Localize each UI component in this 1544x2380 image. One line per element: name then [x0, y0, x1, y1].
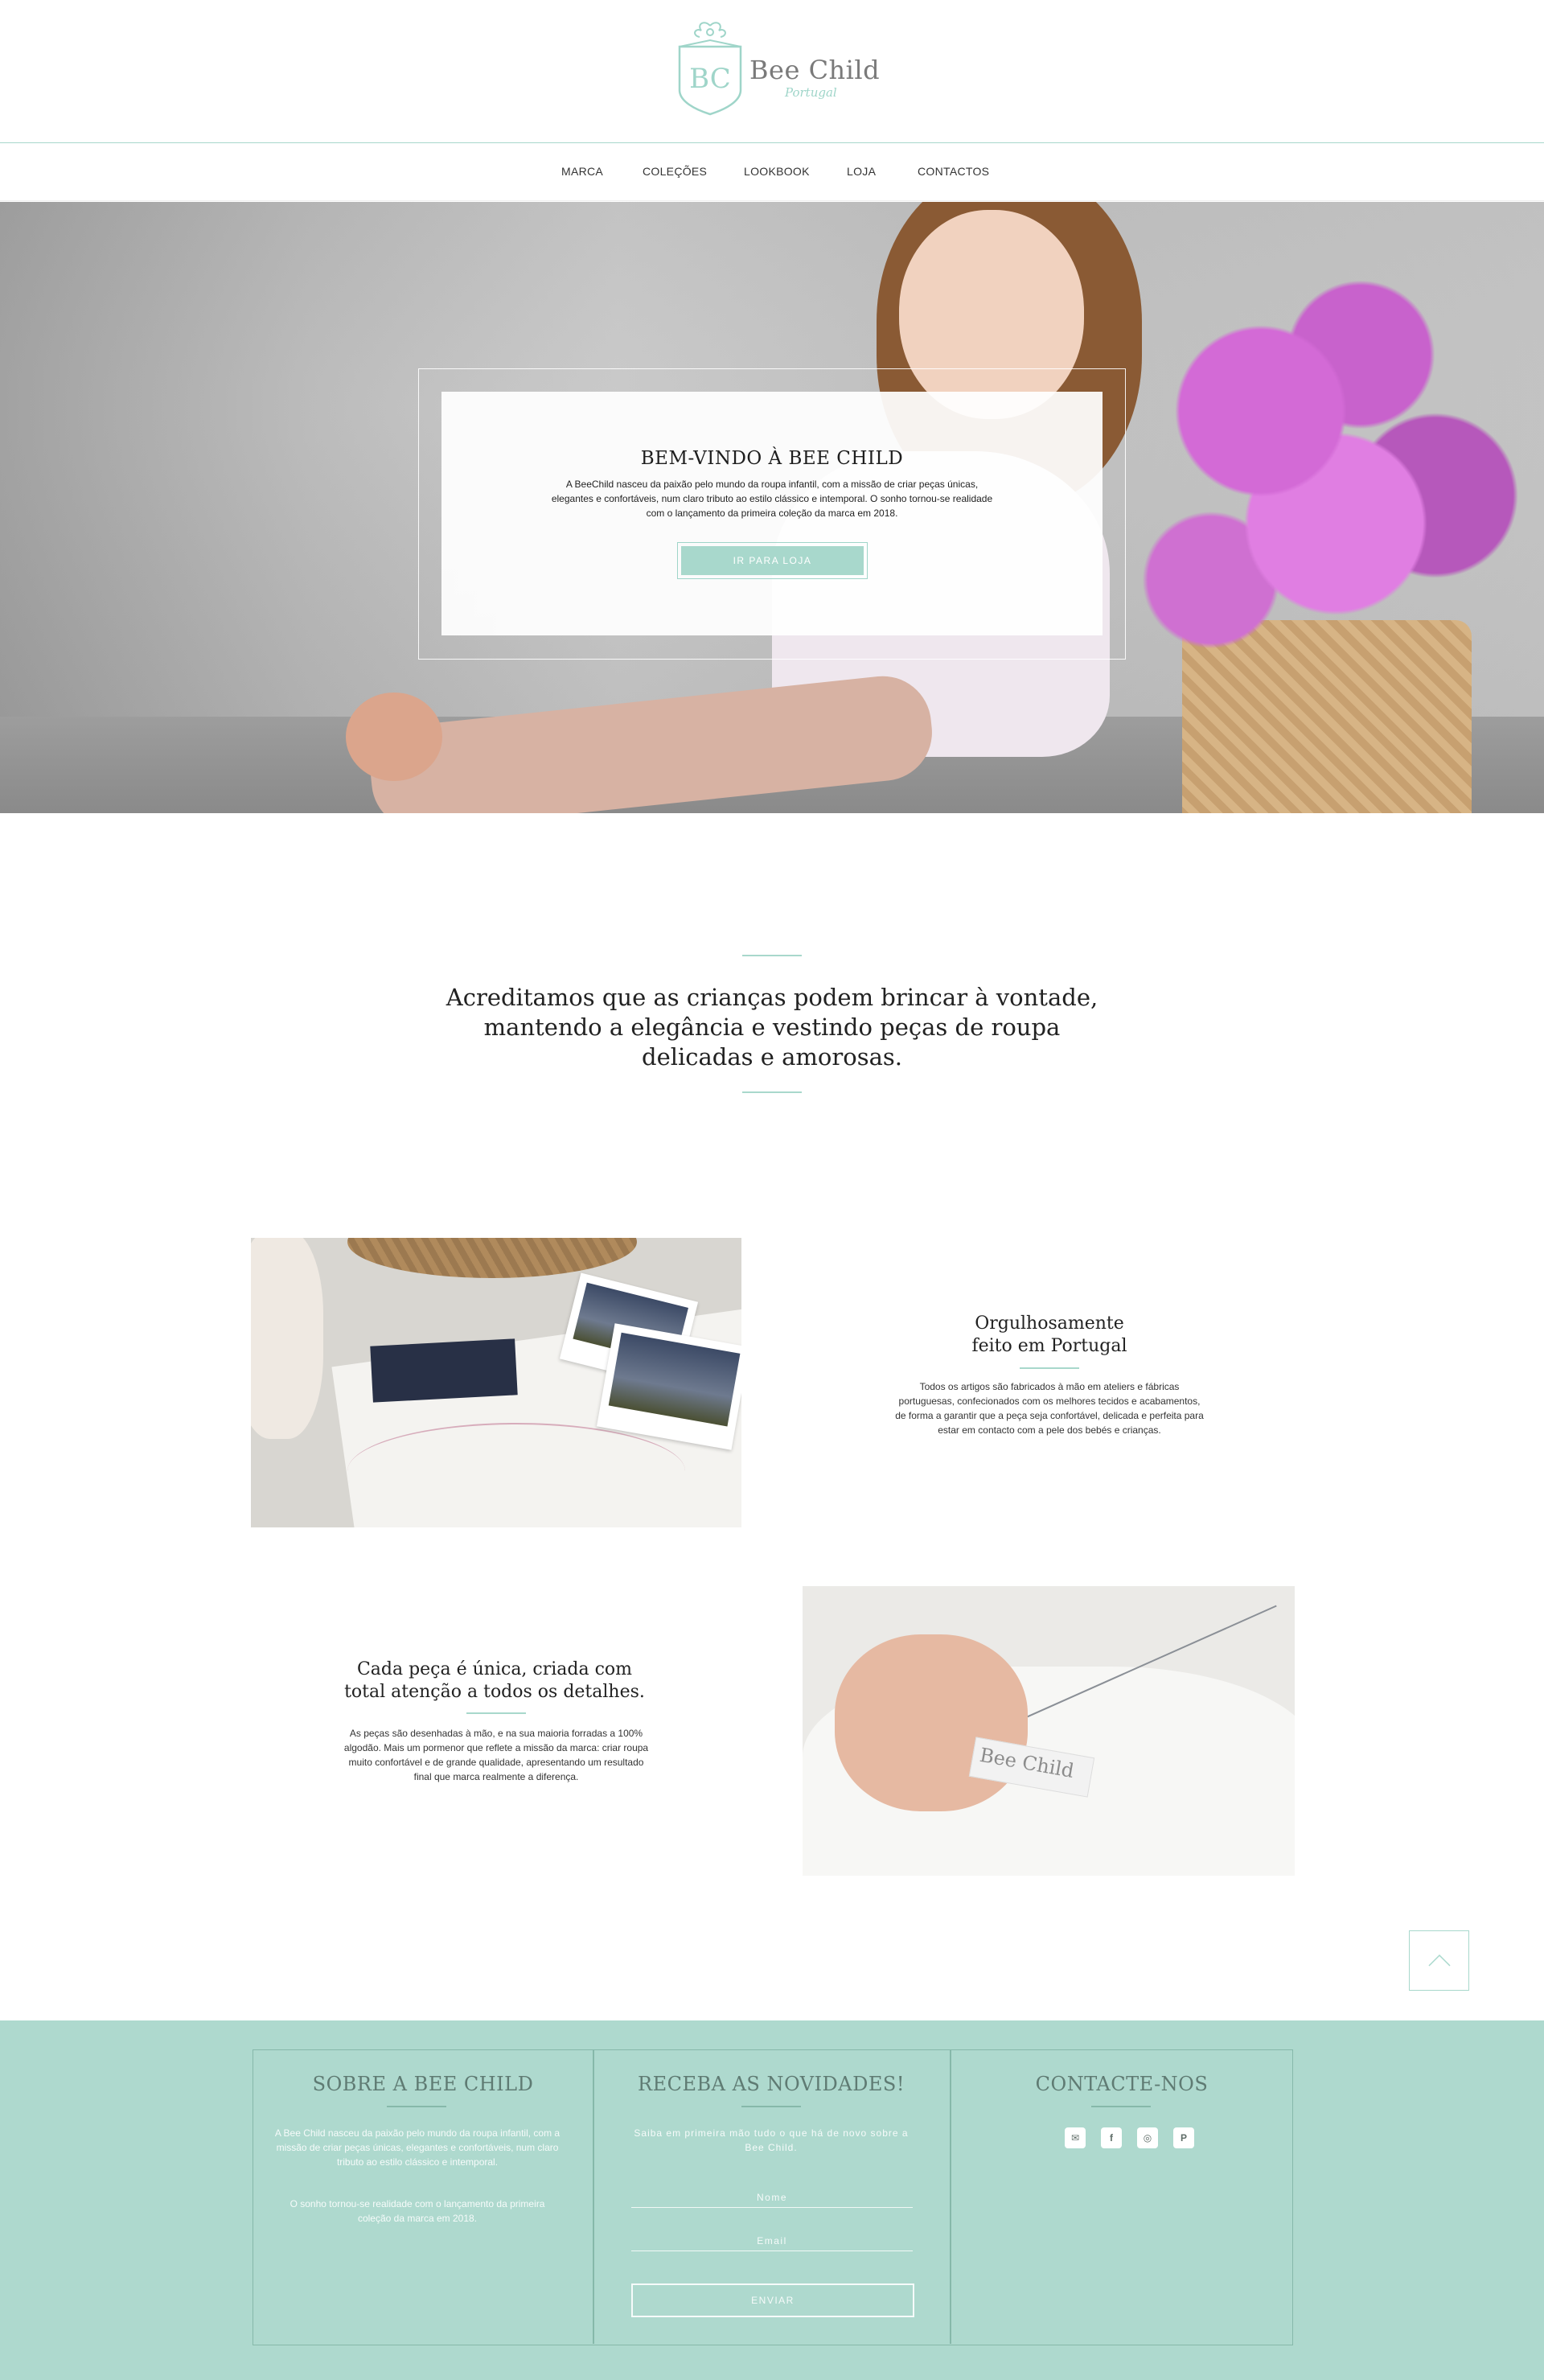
lace-fabric: [251, 1238, 323, 1439]
atelier-photo: [251, 1238, 741, 1527]
footer-newsletter-title: RECEBA AS NOVIDADES!: [638, 2073, 905, 2095]
footer-about-divider: [387, 2106, 446, 2107]
feature-1-title-line1: Orgulhosamente: [975, 1313, 1124, 1334]
feature-1-title: Orgulhosamente feito em Portugal: [877, 1313, 1222, 1358]
footer-about-title: SOBRE A BEE CHILD: [312, 2073, 534, 2095]
footer-contact-title: CONTACTE-NOS: [1035, 2073, 1209, 2095]
fabric-swatch: [370, 1338, 518, 1403]
submit-button[interactable]: ENVIAR: [631, 2283, 914, 2317]
name-field[interactable]: [631, 2187, 913, 2208]
hand: [835, 1634, 1028, 1811]
site-footer: SOBRE A BEE CHILD A Bee Child nasceu da …: [0, 2020, 1544, 2380]
hero-text: A BeeChild nasceu da paixão pelo mundo d…: [551, 479, 993, 519]
hero-banner: BEM-VINDO À BEE CHILD A BeeChild nasceu …: [0, 202, 1544, 813]
dress-sketch: [347, 1423, 685, 1519]
feature-2-text: As peças são desenhadas à mão, e na sua …: [343, 1728, 649, 1782]
footer-about-text: A Bee Child nasceu da paixão pelo mundo …: [274, 2127, 561, 2168]
email-field[interactable]: [631, 2230, 913, 2251]
feature-2-title: Cada peça é única, criada com total aten…: [326, 1659, 663, 1704]
nav-item-loja[interactable]: LOJA: [847, 165, 876, 178]
nav-item-colecoes[interactable]: COLEÇÕES: [643, 165, 707, 178]
feature-1-title-line2: feito em Portugal: [971, 1336, 1127, 1356]
main-nav: MARCA COLEÇÕES LOOKBOOK LOJA CONTACTOS: [0, 143, 1544, 201]
feature-2-title-line1: Cada peça é única, criada com: [356, 1659, 633, 1679]
nav-item-marca[interactable]: MARCA: [561, 165, 603, 178]
footer-about-text-2: O sonho tornou-se realidade com o lançam…: [290, 2198, 545, 2224]
logo-name: Bee Child: [749, 55, 881, 85]
back-to-top-button[interactable]: [1409, 1930, 1469, 1991]
mail-icon[interactable]: ✉: [1065, 2127, 1086, 2148]
instagram-icon[interactable]: ◎: [1137, 2127, 1158, 2148]
logo-monogram: BC: [689, 63, 731, 95]
hero-title: BEM-VINDO À BEE CHILD: [640, 448, 904, 469]
mission-divider-bottom: [742, 1091, 802, 1093]
go-to-shop-button[interactable]: IR PARA LOJA: [681, 546, 864, 575]
feature-1-divider: [1020, 1367, 1079, 1369]
chevron-up-icon: [1428, 1954, 1451, 1967]
feature-1-text: Todos os artigos são fabricados à mão em…: [895, 1381, 1204, 1436]
feature-2-divider: [466, 1712, 526, 1714]
footer-box: SOBRE A BEE CHILD A Bee Child nasceu da …: [253, 2049, 1293, 2345]
mission-statement: Acreditamos que as crianças podem brinca…: [446, 984, 1098, 1071]
pinterest-icon[interactable]: P: [1173, 2127, 1194, 2148]
hero-child-shoe: [346, 693, 442, 781]
nav-item-lookbook[interactable]: LOOKBOOK: [744, 165, 810, 178]
site-header: BC Bee Child Portugal: [0, 0, 1544, 143]
footer-contact-divider: [1091, 2106, 1151, 2107]
facebook-icon[interactable]: f: [1101, 2127, 1122, 2148]
brand-logo[interactable]: BC Bee Child Portugal: [676, 21, 880, 116]
footer-newsletter-divider: [741, 2106, 801, 2107]
nav-item-contactos[interactable]: CONTACTOS: [918, 165, 989, 178]
basket: [347, 1238, 637, 1278]
logo-subtitle: Portugal: [785, 85, 837, 100]
label-sewing-photo: Bee Child: [803, 1586, 1295, 1876]
mission-divider-top: [742, 955, 802, 956]
feature-2-title-line2: total atenção a todos os detalhes.: [344, 1682, 645, 1702]
footer-newsletter-text: Saiba em primeira mão tudo o que há de n…: [634, 2127, 909, 2153]
hero-card: BEM-VINDO À BEE CHILD A BeeChild nasceu …: [441, 392, 1103, 635]
